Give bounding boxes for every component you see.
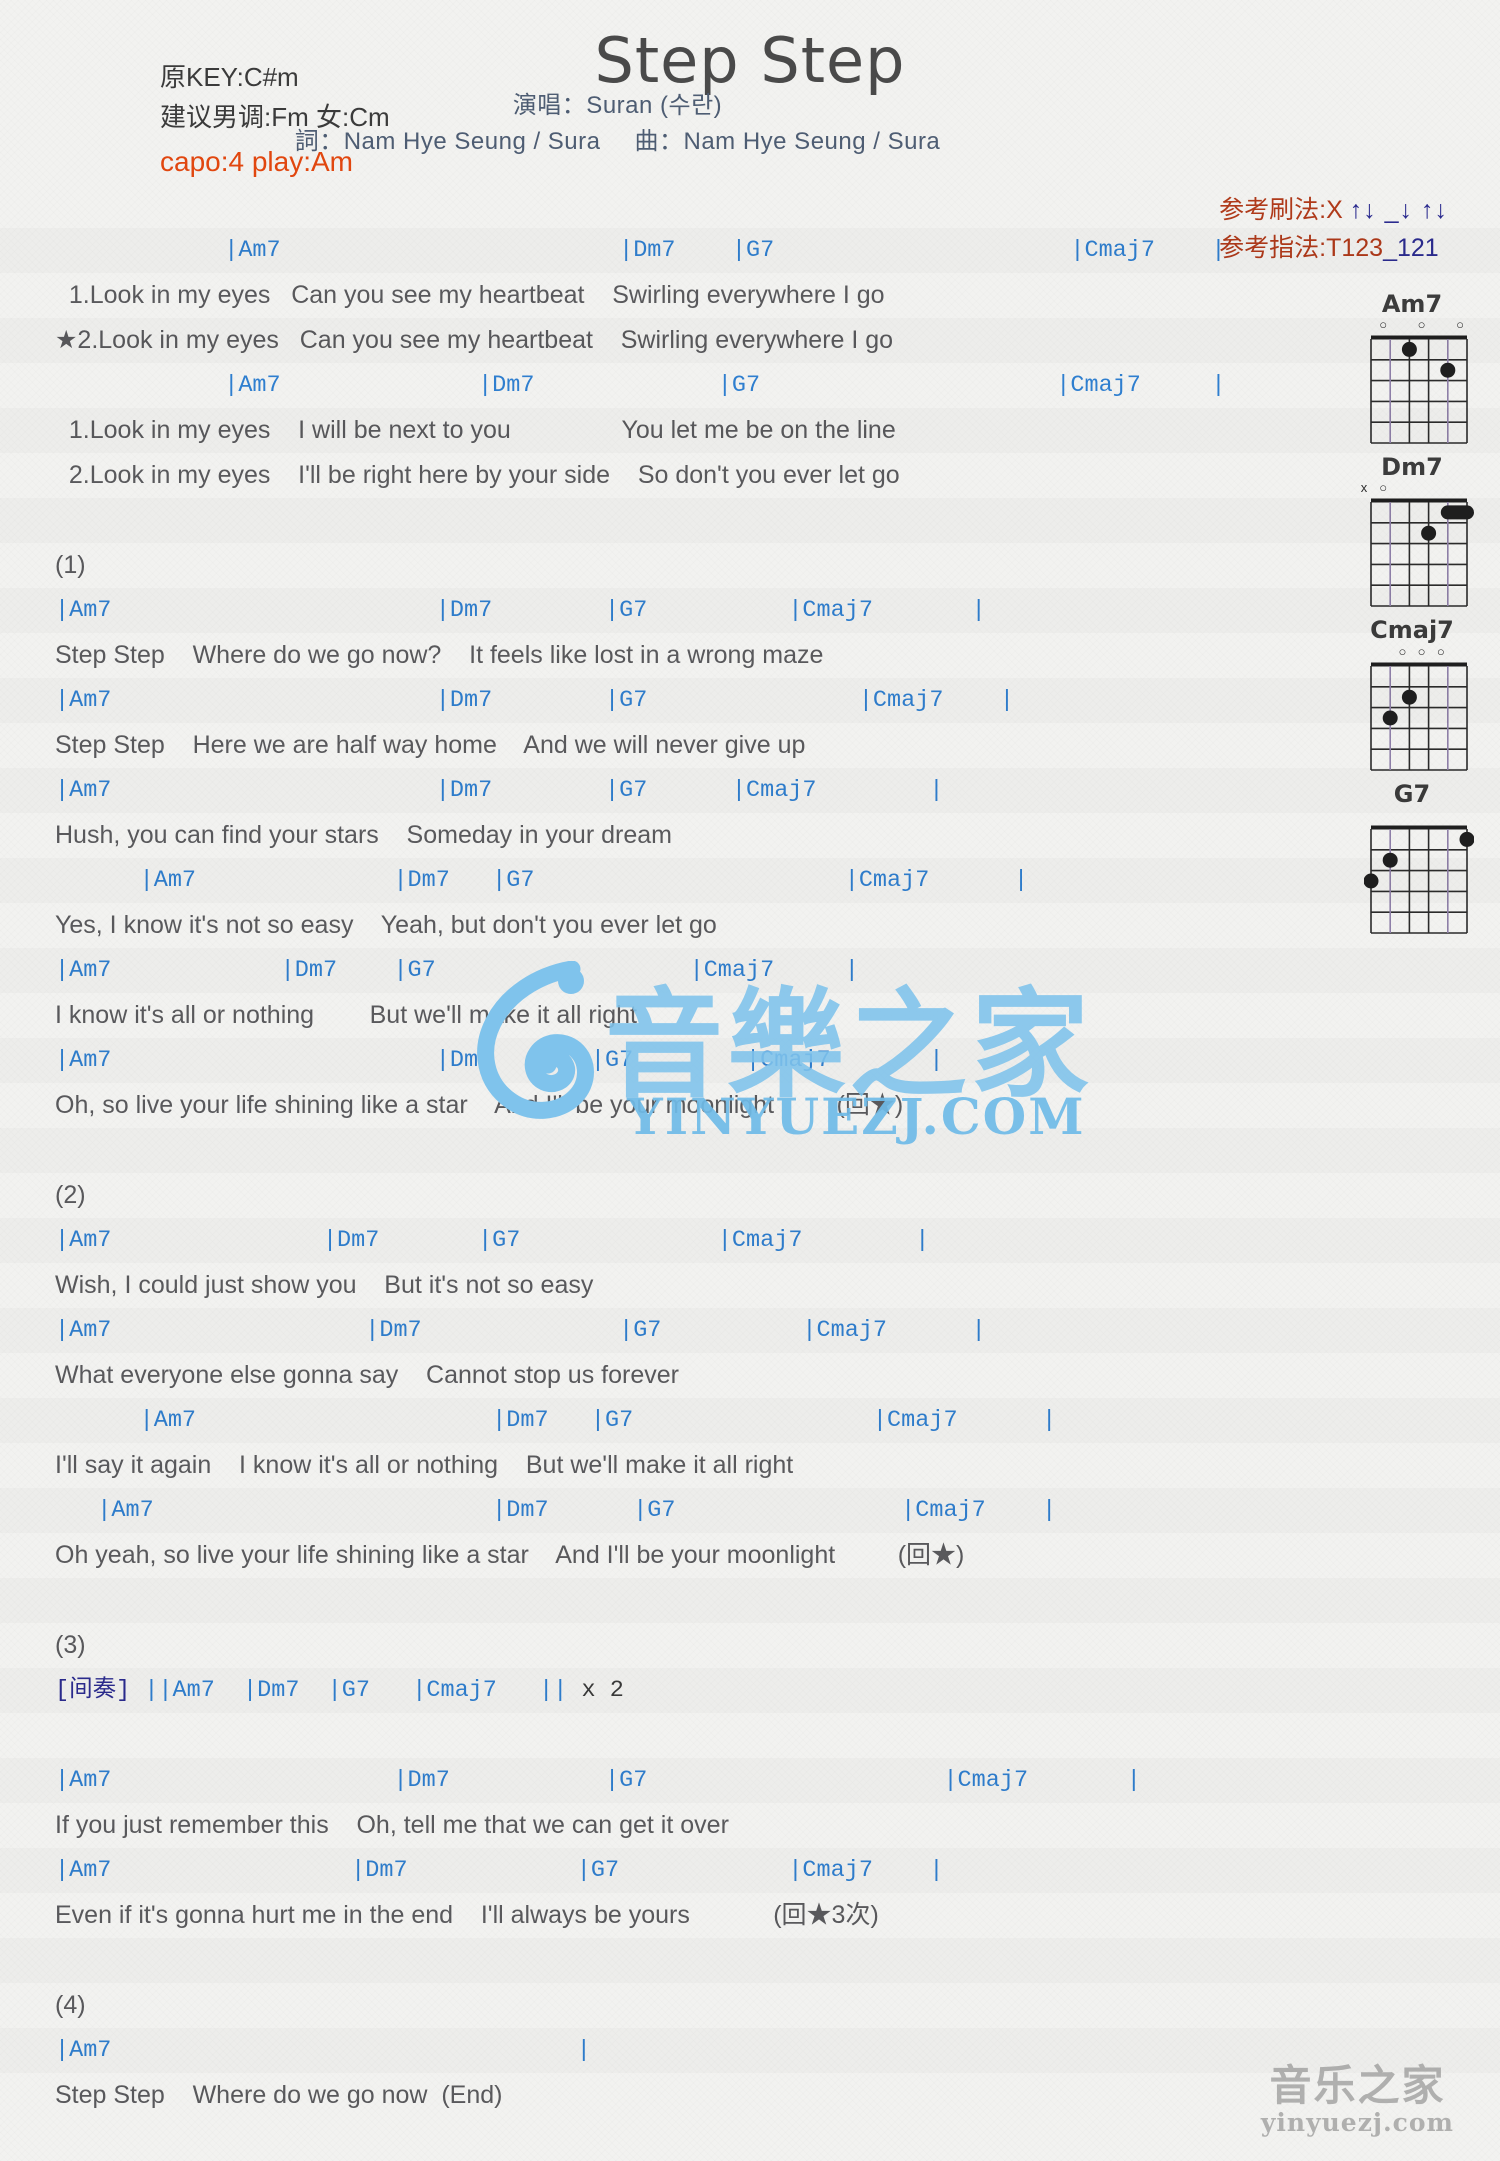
- lyric-line: 1.Look in my eyes I will be next to you …: [55, 416, 896, 444]
- muted-string-icon: x: [1360, 480, 1368, 496]
- chord-line: |Am7 |Dm7 |G7 |Cmaj7 |: [55, 867, 1029, 894]
- chord-open-string-markers: x ○: [1342, 480, 1482, 497]
- chord-line: |Am7 |Dm7 |G7 |Cmaj7 |: [55, 1317, 986, 1344]
- chord-fretboard: [1364, 661, 1468, 771]
- open-string-icon: ○: [1436, 643, 1445, 659]
- lyric-line: 1.Look in my eyes Can you see my heartbe…: [55, 281, 885, 309]
- lyric-line: If you just remember this Oh, tell me th…: [55, 1811, 729, 1839]
- chord-diagram-dm7: Dm7 x ○: [1342, 453, 1482, 608]
- chord-fretboard: [1364, 497, 1474, 608]
- spacer-row: [55, 498, 1345, 543]
- chord-open-string-markers: ○ ○ ○: [1342, 644, 1482, 661]
- lyricist-label: 詞：Nam Hye Seung / Sura: [294, 127, 601, 155]
- chord-diagram-name: G7: [1393, 779, 1431, 808]
- chord-line: |Am7 |Dm7 |G7 |Cmaj7 |: [55, 957, 859, 984]
- section-label: (3): [55, 1631, 86, 1659]
- open-string-icon: ○: [1417, 317, 1426, 333]
- page-title: Step Step: [594, 24, 906, 97]
- lyric-line: Even if it's gonna hurt me in the end I'…: [55, 1901, 879, 1929]
- chord-open-string-markers: ○ ○ ○: [1342, 317, 1482, 334]
- credits-block: 演唱：Suran (수란) 詞：Nam Hye Seung / Sura 曲：Na…: [0, 88, 1235, 159]
- lyric-line: Yes, I know it's not so easy Yeah, but d…: [55, 911, 717, 939]
- lyric-line: Oh, so live your life shining like a sta…: [55, 1091, 904, 1119]
- lyric-line: I'll say it again I know it's all or not…: [55, 1451, 794, 1479]
- section-label: (4): [55, 1991, 86, 2019]
- spacer-row: [55, 1128, 1345, 1173]
- open-string-icon: ○: [1456, 317, 1464, 333]
- lyric-line: What everyone else gonna say Cannot stop…: [55, 1361, 679, 1389]
- chord-diagram-g7: G7: [1342, 779, 1482, 934]
- open-string-icon: ○: [1379, 317, 1388, 333]
- chord-line: |Am7 |Dm7 |G7 |Cmaj7 |: [55, 1767, 1141, 1794]
- interlude-tag: [间奏]: [55, 1677, 131, 1704]
- section-label: (2): [55, 1181, 86, 1209]
- fingerstyle-pattern-b: _121: [1383, 233, 1439, 262]
- chord-diagram-name: Cmaj7: [1370, 616, 1454, 645]
- chord-line: |Am7 |Dm7 |G7 |Cmaj7 |: [55, 687, 1014, 714]
- chord-line: |Am7 |Dm7 |G7 |Cmaj7 |: [55, 1407, 1057, 1434]
- lyric-line: Wish, I could just show you But it's not…: [55, 1271, 594, 1299]
- strum-pattern-line: 参考刷法:X ↑↓ _↓ ↑↓: [1219, 192, 1448, 230]
- lyric-line: Step Step Where do we go now (End): [55, 2081, 503, 2109]
- chord-line: |Am7 |: [55, 2037, 591, 2064]
- spacer-row: [55, 1938, 1345, 1983]
- chord-diagram-am7: Am7 ○ ○ ○: [1342, 290, 1482, 444]
- chord-line: |Am7 |Dm7 |G7 |Cmaj7 |: [55, 597, 986, 624]
- chord-lyric-sheet: |Am7 |Dm7 |G7 |Cmaj7 | 1.Look in my eyes…: [55, 228, 1345, 2118]
- spacer-row: [55, 1578, 1345, 1623]
- chord-diagram-column: Am7 ○ ○ ○ Dm7 x ○ Cmaj7 ○ ○ ○ G7: [1342, 290, 1482, 945]
- lyric-line: I know it's all or nothing But we'll mak…: [55, 1001, 638, 1029]
- chord-diagram-name: Am7: [1381, 290, 1443, 318]
- chord-line: |Am7 |Dm7 |G7 |Cmaj7 |: [55, 1227, 930, 1254]
- open-string-icon: ○: [1398, 643, 1407, 659]
- strum-arrows: ↑↓ _↓ ↑↓: [1349, 196, 1448, 224]
- lyric-line: ★2.Look in my eyes Can you see my heartb…: [55, 326, 894, 354]
- chord-line: |Am7 |Dm7 |G7 |Cmaj7 |: [55, 1047, 944, 1074]
- lyric-line: Hush, you can find your stars Someday in…: [55, 821, 672, 849]
- interlude-chords: ||Am7 |Dm7 |G7 |Cmaj7 ||: [130, 1677, 568, 1704]
- chord-sheet-page: 原KEY:C#m 建议男调:Fm 女:Cm capo:4 play:Am Ste…: [0, 0, 1500, 2161]
- chord-line: |Am7 |Dm7 |G7 |Cmaj7 |: [55, 1857, 944, 1884]
- chord-fretboard: [1364, 334, 1468, 444]
- spacer-row: [55, 1713, 1345, 1758]
- chord-fretboard: [1364, 824, 1474, 934]
- lyric-line: Step Step Where do we go now? It feels l…: [55, 641, 824, 669]
- chord-line: |Am7 |Dm7 |G7 |Cmaj7 |: [55, 1497, 1057, 1524]
- chord-open-string-markers: [1342, 807, 1482, 824]
- interlude-repeat-count: x 2: [567, 1677, 624, 1704]
- singer-line: 演唱：Suran (수란): [512, 92, 723, 119]
- composer-label: 曲：Nam Hye Seung / Sura: [634, 127, 941, 155]
- lyric-line: 2.Look in my eyes I'll be right here by …: [55, 461, 900, 489]
- writers-line: 詞：Nam Hye Seung / Sura 曲：Nam Hye Seung / …: [0, 124, 1235, 160]
- strum-label: 参考刷法:X: [1219, 196, 1343, 224]
- lyric-line: Oh yeah, so live your life shining like …: [55, 1541, 965, 1569]
- lyric-line: Step Step Here we are half way home And …: [55, 731, 806, 759]
- chord-diagram-name: Dm7: [1381, 453, 1443, 482]
- chord-line: |Am7 |Dm7 |G7 |Cmaj7 |: [55, 372, 1226, 399]
- open-string-icon: ○: [1417, 643, 1426, 659]
- section-label: (1): [55, 551, 86, 579]
- open-string-icon: ○: [1379, 480, 1388, 496]
- interlude-line: [间奏] ||Am7 |Dm7 |G7 |Cmaj7 || x 2: [55, 1668, 1345, 1713]
- chord-diagram-cmaj7: Cmaj7 ○ ○ ○: [1342, 616, 1482, 771]
- chord-line: |Am7 |Dm7 |G7 |Cmaj7 |: [55, 777, 944, 804]
- chord-line: |Am7 |Dm7 |G7 |Cmaj7 |: [55, 237, 1226, 264]
